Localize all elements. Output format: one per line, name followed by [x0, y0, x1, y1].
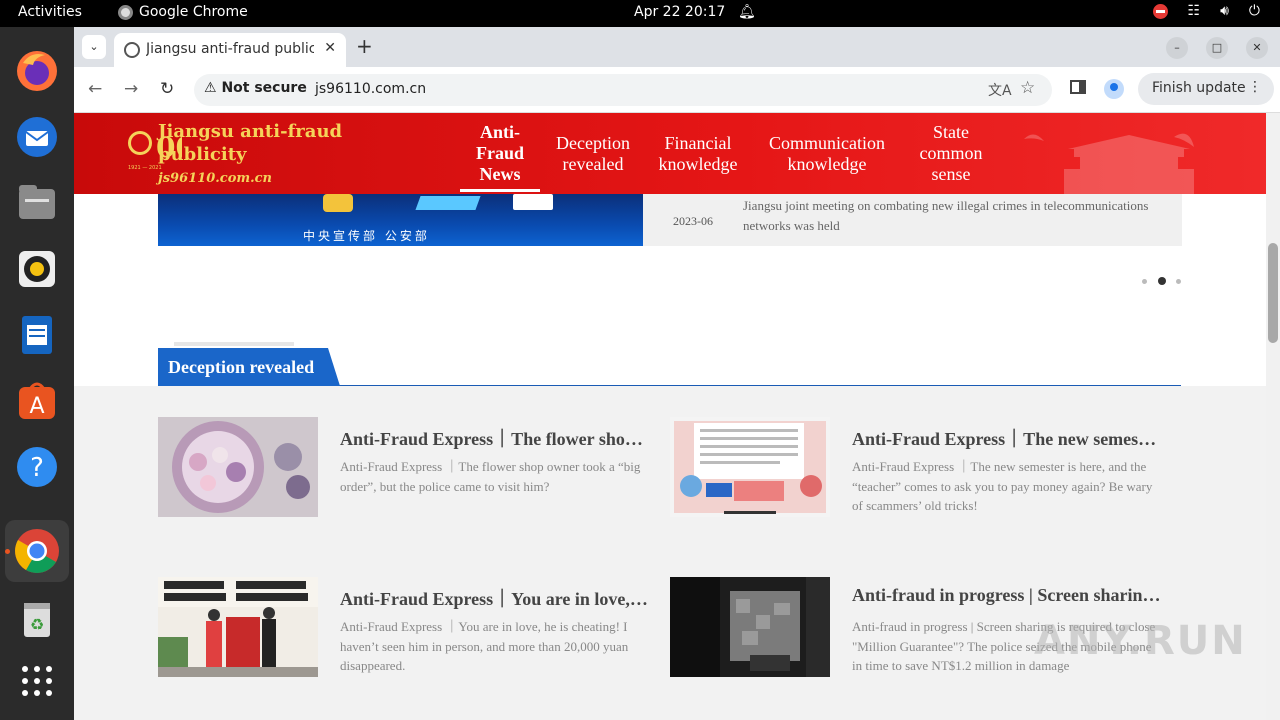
- network-icon[interactable]: ☷: [1188, 3, 1201, 19]
- anyrun-watermark: ANY.RUN: [1034, 618, 1247, 664]
- security-label: Not secure: [221, 80, 307, 96]
- site-header: 00 1921 — 2021 Jiangsu anti-fraud public…: [74, 113, 1280, 194]
- nav-financial-knowledge[interactable]: Financial knowledge: [650, 113, 746, 194]
- article-thumbnail-banner[interactable]: [158, 577, 318, 677]
- carousel-dot-3[interactable]: [1176, 279, 1181, 284]
- article-title[interactable]: Anti-Fraud Express｜The new semester is h…: [852, 425, 1162, 451]
- globe-favicon-icon: [124, 42, 140, 58]
- activities-button[interactable]: Activities: [18, 4, 82, 20]
- tab-title: Jiangsu anti-fraud publicity: [146, 41, 314, 57]
- system-top-bar: Activities Google Chrome Apr 22 20:17 🔔︎…: [0, 0, 1280, 27]
- nav-deception-revealed[interactable]: Deception revealed: [546, 113, 640, 194]
- article-thumbnail-police[interactable]: [670, 577, 830, 677]
- app-name: Google Chrome: [139, 4, 248, 20]
- app-menu[interactable]: Google Chrome: [118, 4, 248, 20]
- tab-strip: ⌄ Jiangsu anti-fraud publicity ✕ + – □ ✕: [74, 27, 1280, 67]
- nav-state-common-sense[interactable]: State common sense: [910, 113, 992, 194]
- section-accent-bar: [174, 342, 294, 346]
- show-apps-icon[interactable]: [13, 657, 61, 705]
- running-indicator: [5, 549, 10, 554]
- carousel-dot-2[interactable]: [1158, 277, 1166, 285]
- phone-graphic-icon: [513, 194, 553, 210]
- article-description: Anti-Fraud Express ｜You are in love, he …: [340, 619, 629, 673]
- power-icon[interactable]: ⏻: [1249, 3, 1260, 19]
- app-center-icon[interactable]: A: [13, 377, 61, 425]
- carousel-caption: 中央宣传部 公安部: [303, 229, 430, 243]
- carousel-image[interactable]: 中央宣传部 公安部: [158, 194, 643, 246]
- trash-icon[interactable]: ♻: [13, 595, 61, 643]
- warning-triangle-icon: ⚠: [204, 80, 217, 96]
- carousel-dot-1[interactable]: [1142, 279, 1147, 284]
- new-tab-button[interactable]: +: [356, 34, 373, 58]
- profile-avatar-icon[interactable]: [1104, 79, 1124, 99]
- article-thumbnail-phone[interactable]: [670, 417, 830, 517]
- close-window-button[interactable]: ✕: [1246, 37, 1268, 59]
- coin-graphic-icon: [323, 194, 353, 212]
- site-title[interactable]: Jiangsu anti-fraud publicity: [158, 120, 378, 166]
- security-indicator[interactable]: ⚠ Not secure: [204, 80, 307, 96]
- browser-toolbar: ← → ↻ ⚠ Not secure js96110.com.cn 文A ☆ F…: [74, 67, 1280, 113]
- browser-tab[interactable]: Jiangsu anti-fraud publicity ✕: [114, 33, 346, 67]
- minimize-button[interactable]: –: [1166, 37, 1188, 59]
- chrome-window: ⌄ Jiangsu anti-fraud publicity ✕ + – □ ✕…: [74, 27, 1280, 720]
- tab-search-button[interactable]: ⌄: [82, 35, 106, 59]
- svg-text:?: ?: [30, 453, 44, 483]
- bookmark-star-icon[interactable]: ☆: [1020, 78, 1035, 98]
- finish-update-label: Finish update: [1152, 80, 1246, 96]
- side-panel-icon[interactable]: [1070, 80, 1086, 94]
- more-menu-icon[interactable]: ⋮: [1248, 79, 1262, 95]
- system-tray[interactable]: ☷ 🔊︎ ⏻: [1152, 3, 1260, 19]
- news-headline[interactable]: Jiangsu joint meeting on combating new i…: [743, 196, 1163, 236]
- tiananmen-decoration-icon: [1024, 133, 1194, 194]
- forward-arrow-icon[interactable]: →: [124, 79, 138, 99]
- firefox-icon[interactable]: [13, 47, 61, 95]
- rhythmbox-icon[interactable]: [13, 245, 61, 293]
- tab-close-icon[interactable]: ✕: [324, 40, 336, 56]
- article-title[interactable]: Anti-Fraud Express｜The flower shop owner…: [340, 425, 650, 451]
- scrollbar-thumb[interactable]: [1268, 243, 1278, 343]
- notification-bell-icon[interactable]: 🔔︎: [738, 4, 756, 20]
- thunderbird-icon[interactable]: [13, 113, 61, 161]
- writer-icon[interactable]: [13, 311, 61, 359]
- svg-text:1921 — 2021: 1921 — 2021: [128, 165, 162, 171]
- card-graphic-icon: [415, 196, 481, 210]
- nav-anti-fraud-news[interactable]: Anti-Fraud News: [460, 113, 540, 194]
- article-title[interactable]: Anti-fraud in progress | Screen sharing …: [852, 585, 1162, 606]
- section-title[interactable]: Deception revealed: [168, 357, 314, 378]
- maximize-button[interactable]: □: [1206, 37, 1228, 59]
- article-card[interactable]: Anti-Fraud Express｜The new semester is h…: [670, 417, 1170, 517]
- page-scrollbar[interactable]: [1266, 113, 1280, 720]
- clock[interactable]: Apr 22 20:17: [634, 4, 725, 20]
- chrome-icon[interactable]: [13, 527, 61, 575]
- carousel-news-item[interactable]: 2023-06 Jiangsu joint meeting on combati…: [643, 194, 1182, 246]
- address-bar[interactable]: ⚠ Not secure js96110.com.cn 文A ☆: [194, 74, 1052, 106]
- finish-update-button[interactable]: Finish update ⋮: [1138, 73, 1274, 105]
- url-text[interactable]: js96110.com.cn: [315, 81, 426, 97]
- help-icon[interactable]: ?: [13, 443, 61, 491]
- article-title[interactable]: Anti-Fraud Express｜You are in love, he i…: [340, 585, 650, 611]
- error-status-icon[interactable]: [1152, 3, 1168, 19]
- article-card[interactable]: Anti-Fraud Express｜You are in love, he i…: [158, 577, 658, 677]
- back-arrow-icon[interactable]: ←: [88, 79, 102, 99]
- dock: A ? ♻: [0, 27, 74, 720]
- chrome-small-icon: [118, 4, 133, 20]
- volume-icon[interactable]: 🔊︎: [1220, 3, 1229, 19]
- svg-text:A: A: [29, 394, 44, 419]
- files-icon[interactable]: [13, 179, 61, 227]
- web-page: 00 1921 — 2021 Jiangsu anti-fraud public…: [74, 113, 1280, 720]
- site-url: js96110.com.cn: [158, 171, 273, 186]
- svg-text:♻: ♻: [30, 615, 44, 634]
- article-description: Anti-Fraud Express ｜The new semester is …: [852, 459, 1153, 513]
- article-card[interactable]: Anti-Fraud Express｜The flower shop owner…: [158, 417, 658, 517]
- article-thumbnail-flowers[interactable]: [158, 417, 318, 517]
- translate-icon[interactable]: 文A: [988, 80, 1012, 100]
- reload-icon[interactable]: ↻: [160, 79, 174, 99]
- news-date: 2023-06: [673, 214, 713, 228]
- nav-communication-knowledge[interactable]: Communication knowledge: [758, 113, 896, 194]
- article-description: Anti-Fraud Express ｜The flower shop owne…: [340, 459, 641, 494]
